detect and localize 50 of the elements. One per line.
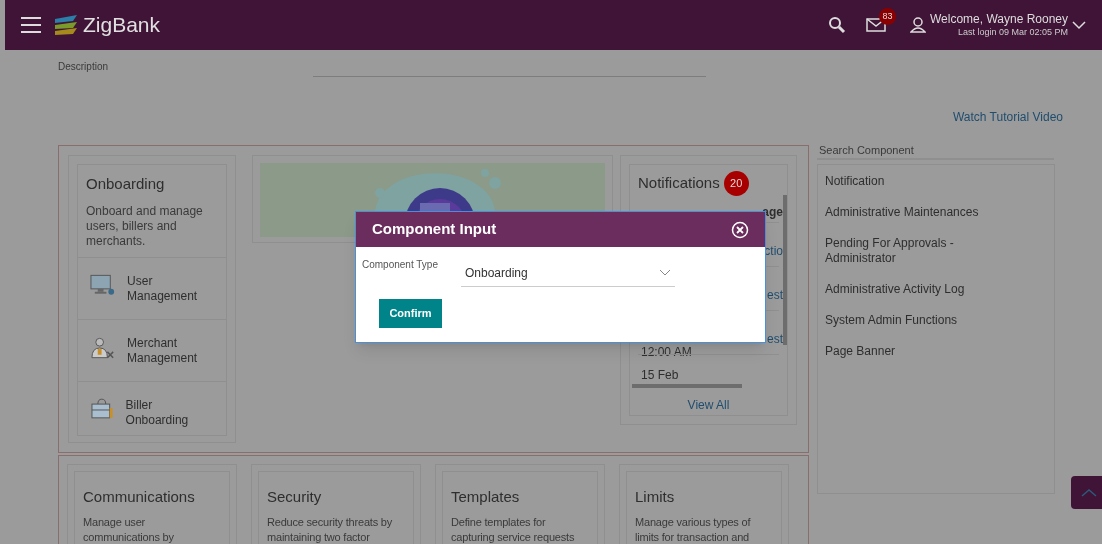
scrollbar[interactable]: [783, 195, 787, 345]
scrollbar[interactable]: [632, 384, 742, 388]
menu-link[interactable]: Biller Onboarding: [125, 397, 214, 428]
card-description: Reduce security threats by maintaining two factor: [267, 514, 394, 544]
logo-icon: [53, 14, 79, 36]
dialog-title: Component Input: [372, 219, 497, 240]
chevron-down-icon[interactable]: [1072, 20, 1086, 30]
card-title: Templates: [451, 487, 521, 507]
notification-date: 15 Feb: [641, 368, 679, 382]
worker-icon: [90, 335, 116, 360]
card-title: Communications: [83, 487, 196, 507]
component-link[interactable]: Administrative Activity Log: [825, 282, 1000, 297]
chevron-down-icon: [659, 269, 671, 277]
notification-count: 20: [723, 171, 749, 196]
component-type-select[interactable]: Onboarding: [461, 260, 675, 287]
user-icon[interactable]: [909, 17, 926, 33]
card-description: Define templates for capturing service requests: [451, 514, 576, 544]
section-title: Search Component: [819, 143, 914, 158]
view-all-link[interactable]: View All: [687, 398, 730, 412]
message-link[interactable]: est: [767, 288, 783, 302]
card-title: Notifications: [638, 173, 720, 194]
menu-link[interactable]: User Management: [127, 273, 214, 304]
tutorial-link[interactable]: Watch Tutorial Video: [952, 108, 1063, 126]
last-login: Last login 09 Mar 02:05 PM: [957, 26, 1068, 38]
card-title: Security: [267, 487, 323, 507]
confirm-button[interactable]: Confirm: [379, 299, 442, 328]
field-label: Component Type: [362, 258, 439, 272]
message-link[interactable]: est: [767, 332, 783, 346]
component-link[interactable]: System Admin Functions: [825, 313, 1000, 328]
menu-link[interactable]: Merchant Management: [127, 335, 214, 366]
brand-name: ZigBank: [83, 12, 161, 39]
component-link[interactable]: Page Banner: [825, 344, 1000, 359]
mail-icon[interactable]: [865, 18, 886, 32]
component-link[interactable]: Notification: [825, 174, 1000, 189]
welcome-text: Welcome, Wayne Rooney: [929, 12, 1068, 26]
monitor-icon: [90, 273, 116, 296]
mail-count: 83: [878, 8, 896, 25]
card-description: Onboard and manage users, billers and merchants.: [86, 203, 204, 249]
card-description: Manage various types of limits for transaction and: [635, 514, 752, 544]
menu-icon[interactable]: [21, 17, 41, 33]
close-icon[interactable]: [731, 220, 749, 239]
chevron-up-icon: [1081, 487, 1097, 498]
card-title: Limits: [635, 487, 676, 507]
component-link[interactable]: Pending For Approvals - Administrator: [825, 236, 1000, 266]
card-title: Onboarding: [86, 174, 166, 194]
component-link[interactable]: Administrative Maintenances: [825, 205, 1000, 220]
search-icon[interactable]: [827, 16, 846, 34]
field-label: Description: [58, 60, 109, 74]
briefcase-icon: [90, 397, 114, 420]
card-description: Manage user communications by: [83, 514, 175, 544]
